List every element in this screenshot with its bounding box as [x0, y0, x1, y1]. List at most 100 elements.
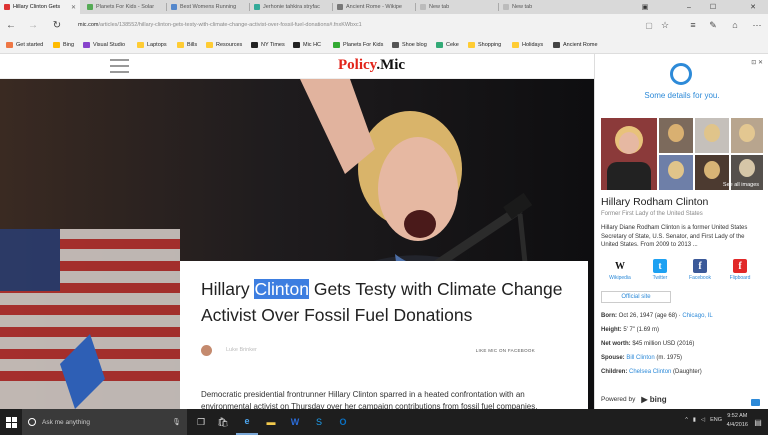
cortana-pane: Some details for you. ⊡ ✕ See all images…: [594, 54, 768, 409]
chevron-up-icon[interactable]: ^: [685, 417, 688, 423]
favorite-shoe-blog[interactable]: Shoe blog: [392, 40, 427, 50]
gallery-image[interactable]: [731, 118, 763, 153]
gallery-image[interactable]: [695, 118, 729, 153]
article-headline[interactable]: Hillary Clinton Gets Testy with Climate …: [201, 276, 571, 328]
tab-favicon-icon: [171, 4, 177, 10]
tab-best-womens-running[interactable]: Best Womens Running: [167, 0, 247, 14]
tab-new-tab-1[interactable]: New tab: [416, 0, 496, 14]
file-explorer-icon[interactable]: ▬: [260, 409, 282, 435]
wikipedia-link[interactable]: W Wikipedia: [601, 259, 639, 281]
windows-taskbar: Ask me anything 🎙 ❐ 🛍 e ▬ W S O ^ ▮ ◁ EN…: [0, 409, 768, 435]
favorite-get-started[interactable]: Get started: [6, 40, 43, 50]
powered-by-bing[interactable]: Powered by ▶ bing: [601, 395, 667, 404]
site-logo[interactable]: Policy.Mic: [338, 57, 405, 74]
born-place-link[interactable]: Chicago, IL: [682, 313, 712, 319]
favorite-holidays[interactable]: Holidays: [512, 40, 543, 50]
minimize-button[interactable]: –: [678, 0, 700, 14]
task-view-icon[interactable]: ❐: [190, 409, 212, 435]
volume-icon[interactable]: ◁: [701, 417, 705, 423]
language-indicator[interactable]: ENG: [710, 417, 722, 423]
skype-icon[interactable]: S: [308, 409, 330, 435]
tab-planets-for-kids[interactable]: Planets For Kids - Solar: [83, 0, 163, 14]
favorite-label: Ancient Rome: [563, 42, 598, 48]
fact-children: Children: Chelsea Clinton (Daughter): [601, 369, 765, 375]
favorite-ceke[interactable]: Ceke: [436, 40, 459, 50]
ceke-icon: [436, 42, 443, 48]
cortana-icon: [670, 63, 692, 85]
flipboard-link[interactable]: f Flipboard: [721, 259, 759, 281]
flipboard-label: Flipboard: [729, 275, 751, 281]
hub-icon[interactable]: ≡: [686, 18, 700, 32]
feedback-icon[interactable]: [751, 399, 760, 406]
favorite-shopping[interactable]: Shopping: [468, 40, 501, 50]
gallery-image[interactable]: [601, 118, 657, 190]
gallery-image[interactable]: [659, 118, 693, 153]
start-button[interactable]: [0, 409, 22, 435]
favorite-planets-for-kids[interactable]: Planets For Kids: [333, 40, 383, 50]
maximize-button[interactable]: ☐: [702, 0, 724, 14]
back-arrow-icon[interactable]: ←: [4, 18, 18, 32]
tab-label: Planets For Kids - Solar: [96, 4, 155, 10]
folder-icon: [6, 42, 13, 48]
tab-jerhonie[interactable]: Jerhonie tahkira stryfac: [250, 0, 330, 14]
favorite-ny-times[interactable]: NY Times: [251, 40, 285, 50]
system-tray[interactable]: ^ ▮ ◁ ENG: [685, 417, 722, 423]
outlook-icon[interactable]: O: [332, 409, 354, 435]
favorite-resources[interactable]: Resources: [206, 40, 242, 50]
network-icon[interactable]: ▮: [693, 417, 696, 423]
tab-list-icon[interactable]: ▣: [634, 0, 656, 14]
favorite-ancient-rome[interactable]: Ancient Rome: [553, 40, 598, 50]
microphone-icon[interactable]: 🎙: [172, 418, 181, 426]
close-window-button[interactable]: ✕: [742, 0, 764, 14]
see-all-images-link[interactable]: See all images: [723, 182, 759, 188]
word-icon[interactable]: W: [284, 409, 306, 435]
fact-key: Born:: [601, 313, 617, 319]
edge-browser-icon[interactable]: e: [236, 409, 258, 435]
author-avatar[interactable]: [201, 344, 212, 356]
tab-hillary-clinton[interactable]: Hillary Clinton Gets ✕: [0, 0, 80, 14]
spouse-link[interactable]: Bill Clinton: [626, 355, 654, 361]
gallery-image[interactable]: [659, 155, 693, 190]
facebook-link[interactable]: f Facebook: [681, 259, 719, 281]
pane-pin-close-icon[interactable]: ⊡ ✕: [751, 59, 763, 66]
address-bar[interactable]: mic.com/articles/138552/hillary-clinton-…: [78, 19, 638, 31]
fact-height: Height: 5' 7" (1.69 m): [601, 327, 765, 333]
facebook-label: Facebook: [689, 275, 711, 281]
web-note-icon[interactable]: ✎: [706, 18, 720, 32]
action-center-icon[interactable]: ▤: [748, 409, 768, 435]
fact-key: Children:: [601, 369, 628, 375]
more-icon[interactable]: ⋯: [750, 18, 764, 32]
official-site-button[interactable]: Official site: [601, 291, 671, 303]
reading-view-icon[interactable]: ▢: [642, 18, 656, 32]
favorite-visual-studio[interactable]: Visual Studio: [83, 40, 125, 50]
tab-favicon-icon: [87, 4, 93, 10]
hamburger-menu-icon[interactable]: [110, 59, 129, 73]
store-icon[interactable]: 🛍: [212, 409, 234, 435]
like-on-facebook-link[interactable]: LIKE MIC ON FACEBOOK: [476, 348, 535, 353]
favorite-star-icon[interactable]: ☆: [658, 18, 672, 32]
refresh-icon[interactable]: ↻: [50, 18, 64, 32]
favorite-label: Resources: [216, 42, 243, 48]
author-name[interactable]: Luke Brinker: [226, 347, 257, 353]
favorite-bills[interactable]: Bills: [177, 40, 197, 50]
clock[interactable]: 9:52 AM 4/4/2016: [727, 412, 748, 430]
tab-new-tab-2[interactable]: New tab: [499, 0, 579, 14]
share-icon[interactable]: ⌂: [728, 18, 742, 32]
wikipedia-label: Wikipedia: [609, 275, 631, 281]
fact-value: Oct 26, 1947 (age 68): [618, 313, 678, 319]
tab-ancient-rome[interactable]: Ancient Rome - Wikipe: [333, 0, 413, 14]
children-link[interactable]: Chelsea Clinton: [629, 369, 671, 375]
cortana-search-box[interactable]: Ask me anything 🎙: [22, 409, 187, 435]
favorite-laptops[interactable]: Laptops: [137, 40, 167, 50]
favorite-mic-hc[interactable]: Mic HC: [293, 40, 321, 50]
close-tab-icon[interactable]: ✕: [71, 4, 76, 11]
forward-arrow-icon[interactable]: →: [26, 18, 40, 32]
tab-label: Ancient Rome - Wikipe: [346, 4, 402, 10]
favorite-label: Ceke: [446, 42, 459, 48]
image-gallery[interactable]: See all images: [601, 118, 763, 190]
headline-selected-text[interactable]: Clinton: [254, 279, 309, 299]
fact-value: 5' 7" (1.69 m): [623, 327, 659, 333]
twitter-link[interactable]: t Twitter: [641, 259, 679, 281]
bing-icon: [53, 42, 60, 48]
favorite-bing[interactable]: Bing: [53, 40, 74, 50]
